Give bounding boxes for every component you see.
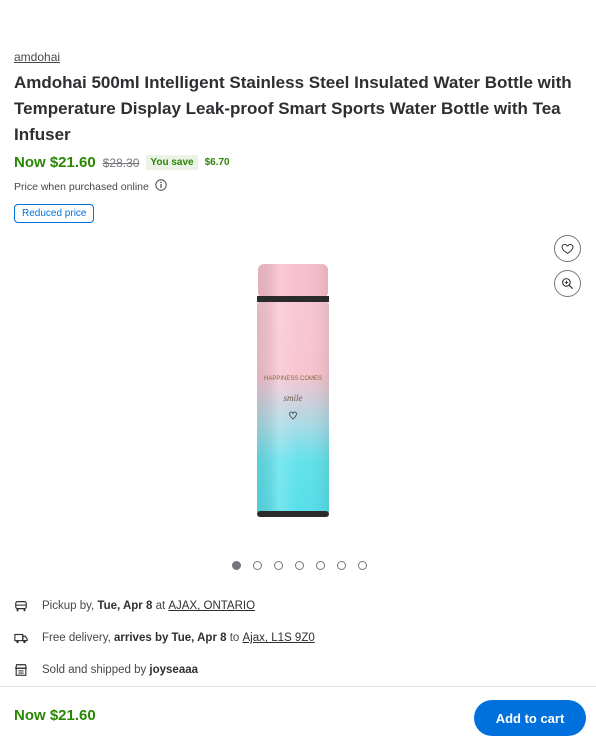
you-save-badge: You save (146, 155, 198, 170)
reduced-price-tag: Reduced price (14, 204, 95, 223)
product-image[interactable]: HAPPINESS COMES smile (253, 260, 333, 530)
online-note-text: Price when purchased online (14, 180, 149, 193)
delivery-date: arrives by Tue, Apr 8 (114, 632, 227, 644)
bottom-price: Now $21.60 (14, 707, 96, 724)
add-to-cart-button[interactable]: Add to cart (474, 700, 586, 736)
store-icon (15, 664, 27, 676)
delivery-row: Free delivery, arrives by Tue, Apr 8 to … (14, 631, 315, 645)
product-title: Amdohai 500ml Intelligent Stainless Stee… (14, 73, 572, 144)
online-price-note: Price when purchased online (14, 179, 167, 194)
delivery-truck-icon (14, 633, 28, 644)
delivery-prefix: Free delivery, (42, 632, 111, 644)
sticky-cart-bar: Now $21.60 Add to cart (0, 686, 596, 752)
gallery-dot[interactable] (337, 561, 346, 570)
current-price: Now $21.60 (14, 154, 96, 171)
delivery-location-link[interactable]: Ajax, L1S 9Z0 (243, 632, 315, 644)
info-icon[interactable] (155, 179, 167, 194)
was-price: $28.30 (102, 155, 140, 170)
favorite-button[interactable] (554, 235, 581, 262)
pickup-at: at (155, 600, 166, 612)
zoom-in-icon (562, 278, 573, 289)
seller-prefix: Sold and shipped by (42, 664, 147, 676)
price-row: Now $21.60 $28.30 You save $6.70 (14, 154, 230, 171)
bottle-print-text: HAPPINESS COMES (264, 376, 322, 382)
pickup-row: Pickup by, Tue, Apr 8 at AJAX, ONTARIO (14, 599, 255, 613)
heart-icon (561, 243, 574, 254)
gallery-pagination (232, 561, 367, 570)
gallery-dot[interactable] (253, 561, 262, 570)
gallery-dot[interactable] (274, 561, 283, 570)
bottle-print-script: smile (284, 393, 303, 403)
zoom-button[interactable] (554, 270, 581, 297)
product-brand-link[interactable]: amdohai (14, 50, 60, 64)
pickup-date: Tue, Apr 8 (97, 600, 153, 612)
save-amount: $6.70 (204, 157, 230, 168)
pickup-store-link[interactable]: AJAX, ONTARIO (168, 600, 255, 612)
gallery-dot[interactable] (232, 561, 241, 570)
gallery-dot[interactable] (295, 561, 304, 570)
seller-name[interactable]: joyseaaa (149, 664, 198, 676)
pickup-prefix: Pickup by, (42, 600, 95, 612)
gallery-dot[interactable] (358, 561, 367, 570)
delivery-to: to (229, 632, 240, 644)
pickup-car-icon (15, 601, 27, 612)
gallery-dot[interactable] (316, 561, 325, 570)
seller-row: Sold and shipped by joyseaaa (14, 663, 198, 677)
